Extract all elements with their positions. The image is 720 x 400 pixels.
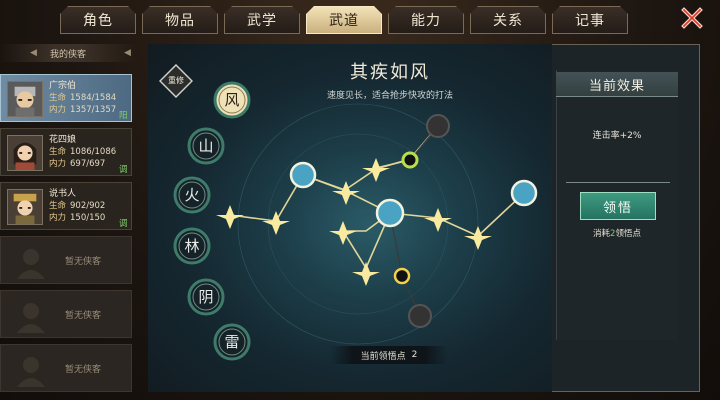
star-nodes	[216, 158, 492, 286]
portrait-shuoshuren	[7, 189, 43, 225]
points-label: 当前领悟点	[360, 351, 406, 362]
member-name: 说书人	[49, 189, 77, 199]
empty-silhouette-icon	[17, 249, 45, 279]
tab-martial-dao[interactable]: 武道	[306, 6, 382, 34]
empty-silhouette-icon	[17, 303, 45, 333]
enlighten-cost: 消耗2领悟点	[593, 229, 641, 239]
relearn-button[interactable]: 重修	[158, 63, 194, 99]
skill-node-available[interactable]	[401, 151, 419, 169]
portrait-guangzongbo	[7, 81, 43, 117]
style-label: 风	[224, 91, 240, 109]
style-node-forest[interactable]: 林	[172, 226, 212, 266]
enlighten-button[interactable]: 领悟	[580, 192, 656, 220]
member-tag: 调	[119, 165, 128, 175]
style-node-fire[interactable]: 火	[172, 175, 212, 215]
effect-description: 连击率+2%	[592, 131, 642, 141]
member-hp: 生命 1086/1086	[49, 147, 117, 157]
star-node[interactable]	[362, 158, 390, 182]
member-hp: 生命 1584/1584	[49, 93, 117, 103]
tab-martial-skills[interactable]: 武学	[224, 6, 300, 34]
skill-node-unlocked[interactable]	[510, 179, 538, 207]
points-bar: 当前领悟点 2	[330, 346, 448, 364]
member-tag: 阳	[119, 111, 128, 121]
arrow-right-icon: ◀	[124, 48, 131, 58]
style-label: 山	[198, 137, 214, 155]
star-node[interactable]	[262, 211, 290, 235]
tab-abilities[interactable]: 能力	[388, 6, 464, 34]
member-name: 花四娘	[49, 135, 77, 145]
member-mp: 内力 697/697	[49, 159, 106, 169]
close-icon[interactable]	[678, 4, 706, 32]
roster-title: 我的侠客	[49, 49, 86, 60]
tab-character[interactable]: 角色	[60, 6, 136, 34]
skill-node-unlocked[interactable]	[375, 198, 405, 228]
style-label: 火	[184, 186, 200, 204]
main-tabs: 角色 物品 武学 武道 能力 关系 记事	[60, 6, 628, 36]
relearn-label: 重修	[168, 76, 184, 85]
arrow-left-icon: ◀	[30, 48, 37, 58]
style-label: 雷	[224, 333, 240, 351]
roster-slot-2[interactable]: 花四娘 生命 1086/1086 内力 697/697 调	[0, 128, 132, 176]
style-label: 林	[184, 237, 200, 255]
star-node[interactable]	[464, 226, 492, 250]
style-node-wind[interactable]: 风	[212, 80, 252, 120]
style-node-mountain[interactable]: 山	[186, 126, 226, 166]
tab-items[interactable]: 物品	[142, 6, 218, 34]
skill-node-locked[interactable]	[426, 114, 450, 138]
skill-nodes	[289, 114, 538, 328]
roster-slot-empty[interactable]: 暂无侠客	[0, 236, 132, 284]
roster-slot-3[interactable]: 说书人 生命 902/902 内力 150/150 调	[0, 182, 132, 230]
member-mp: 内力 150/150	[49, 213, 106, 223]
roster-header: ◀ 我的侠客 ◀	[0, 44, 136, 62]
empty-slot-label: 暂无侠客	[65, 365, 102, 375]
skill-node-available[interactable]	[393, 267, 411, 285]
roster-slot-1[interactable]: 广宗伯 生命 1584/1584 内力 1357/1357 阳	[0, 74, 132, 122]
skill-node-unlocked[interactable]	[289, 161, 317, 189]
tab-relations[interactable]: 关系	[470, 6, 546, 34]
points-value: 2	[411, 350, 418, 360]
member-name: 广宗伯	[49, 81, 77, 91]
roster-slot-empty[interactable]: 暂无侠客	[0, 344, 132, 392]
star-node[interactable]	[329, 221, 357, 245]
effect-header: 当前效果	[556, 72, 678, 97]
member-hp: 生命 902/902	[49, 201, 106, 211]
style-label: 阴	[198, 288, 214, 306]
member-mp: 内力 1357/1357	[49, 105, 117, 115]
tab-journal[interactable]: 记事	[552, 6, 628, 34]
star-node[interactable]	[352, 262, 380, 286]
empty-slot-label: 暂无侠客	[65, 257, 102, 267]
empty-silhouette-icon	[17, 357, 45, 387]
star-node[interactable]	[332, 181, 360, 205]
constellation-links	[229, 125, 525, 270]
roster-slot-empty[interactable]: 暂无侠客	[0, 290, 132, 338]
skill-node-locked[interactable]	[408, 304, 432, 328]
style-node-shadow[interactable]: 阴	[186, 277, 226, 317]
member-tag: 调	[119, 219, 128, 229]
portrait-huasiniang	[7, 135, 43, 171]
dao-title: 其疾如风	[350, 62, 430, 83]
effect-divider	[566, 182, 670, 183]
empty-slot-label: 暂无侠客	[65, 311, 102, 321]
dao-subtitle: 速度见长，适合抢步快攻的打法	[326, 91, 453, 101]
style-node-thunder[interactable]: 雷	[212, 322, 252, 362]
